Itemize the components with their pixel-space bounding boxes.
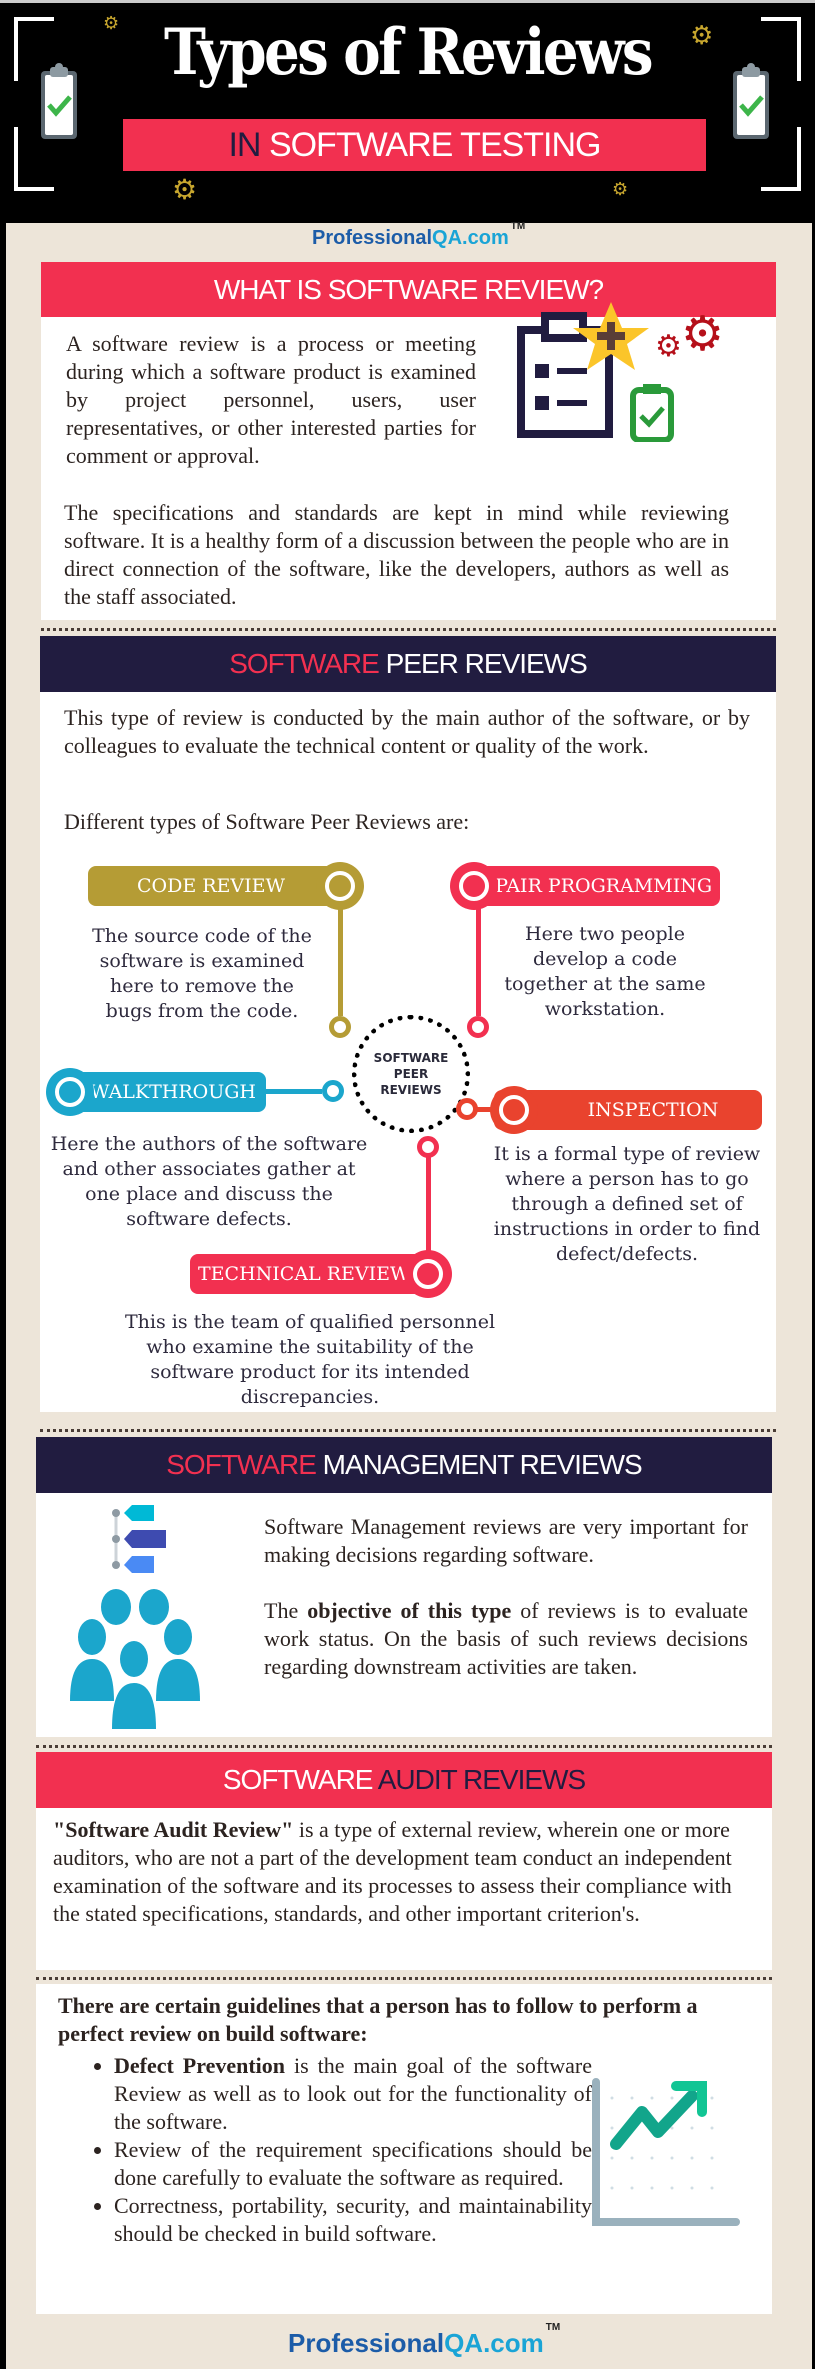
peer-list-intro: Different types of Software Peer Reviews… <box>64 809 470 834</box>
connector-line <box>476 906 481 1016</box>
team-management-icon <box>70 1505 200 1729</box>
bold-text: objective of this type <box>307 1598 512 1623</box>
logo-tm: TM <box>510 221 526 232</box>
hub-text: REVIEWS <box>380 1083 442 1097</box>
what-is-paragraph-2: The specifications and standards are kep… <box>64 500 729 609</box>
inspection-description: It is a formal type of review where a pe… <box>493 1143 761 1265</box>
connector-node <box>329 1016 351 1038</box>
walkthrough-ring-icon <box>46 1068 94 1116</box>
text: The <box>264 1598 308 1623</box>
connector-node <box>322 1080 344 1102</box>
code-review-description: The source code of the software is exami… <box>92 925 312 1022</box>
connector-node <box>417 1136 439 1158</box>
subtitle-prefix: IN <box>228 126 261 164</box>
guidelines-list: Defect Prevention is the main goal of th… <box>92 2052 592 2248</box>
logo-accent: QA.com <box>444 2328 544 2358</box>
management-reviews-section: SOFTWARE MANAGEMENT REVIEWS Software Man… <box>36 1437 772 1737</box>
divider <box>41 628 776 631</box>
hub-text: PEER <box>393 1067 429 1081</box>
list-item: Defect Prevention is the main goal of th… <box>114 2052 592 2136</box>
header-banner: ⚙ ⚙ ⚙ ⚙ Types of Reviews IN SOFTWARE TES… <box>0 0 815 223</box>
gear-icon: ⚙ <box>612 179 629 200</box>
connector-line <box>266 1089 322 1094</box>
page-subtitle: IN SOFTWARE TESTING <box>123 119 706 171</box>
heading-accent: SOFTWARE <box>229 648 380 679</box>
connector-line <box>338 906 343 1016</box>
inspection-ring-icon <box>490 1086 538 1134</box>
divider <box>40 1429 776 1432</box>
technical-review-description: This is the team of qualified personnel … <box>124 1311 496 1408</box>
management-paragraph-1: Software Management reviews are very imp… <box>264 1514 748 1567</box>
growth-chart-icon <box>592 2078 740 2226</box>
hub-text: SOFTWARE <box>373 1051 449 1065</box>
audit-reviews-section: SOFTWARE AUDIT REVIEWS "Software Audit R… <box>36 1752 772 1970</box>
connector-node <box>467 1016 489 1038</box>
walkthrough-description: Here the authors of the software and oth… <box>50 1133 368 1230</box>
bold-text: "Software Audit Review" <box>53 1817 294 1842</box>
pair-programming-ring-icon <box>450 862 498 910</box>
pair-programming-label: PAIR PROGRAMMING <box>470 866 720 906</box>
code-review-label: CODE REVIEW <box>88 866 334 906</box>
subtitle-text: SOFTWARE TESTING <box>268 126 602 164</box>
section-heading: SOFTWARE MANAGEMENT REVIEWS <box>36 1437 772 1493</box>
gear-icon: ⚙ <box>172 173 198 206</box>
technical-review-ring-icon <box>404 1250 452 1298</box>
section-heading: SOFTWARE AUDIT REVIEWS <box>36 1752 772 1808</box>
page-title: Types of Reviews <box>164 15 654 90</box>
connector-line <box>476 1107 494 1112</box>
logo-tm: TM <box>545 2322 561 2333</box>
list-item: Correctness, portability, security, and … <box>114 2192 592 2248</box>
connector-node <box>456 1098 478 1120</box>
brand-logo: ProfessionalQA.comTM <box>288 2322 560 2359</box>
connector-line <box>426 1156 431 1252</box>
heading-rest: PEER REVIEWS <box>385 648 588 679</box>
logo-name: Professional <box>312 227 433 249</box>
guidelines-section: There are certain guidelines that a pers… <box>36 1984 772 2314</box>
heading-rest: MANAGEMENT REVIEWS <box>322 1449 643 1480</box>
brand-logo: ProfessionalQA.comTM <box>312 221 525 250</box>
audit-paragraph: "Software Audit Review" is a type of ext… <box>53 1816 753 1928</box>
peer-intro: This type of review is conducted by the … <box>64 705 750 758</box>
text: Correctness, portability, security, and … <box>114 2193 592 2246</box>
text: Review of the requirement specifications… <box>114 2137 592 2190</box>
heading-rest: AUDIT REVIEWS <box>377 1764 586 1795</box>
gear-icon: ⚙ <box>681 306 725 362</box>
list-item: Review of the requirement specifications… <box>114 2136 592 2192</box>
heading-accent: SOFTWARE <box>222 1764 374 1795</box>
divider <box>36 1745 772 1748</box>
divider <box>36 1977 772 1980</box>
logo-name: Professional <box>288 2328 445 2358</box>
what-is-section: WHAT IS SOFTWARE REVIEW? A software revi… <box>41 262 776 620</box>
pair-programming-description: Here two people develop a code together … <box>504 923 706 1020</box>
heading-accent: SOFTWARE <box>166 1449 317 1480</box>
code-review-ring-icon <box>316 862 364 910</box>
section-heading: SOFTWARE PEER REVIEWS <box>40 636 776 692</box>
management-paragraph-2: The objective of this type of reviews is… <box>264 1597 748 1681</box>
guidelines-intro: There are certain guidelines that a pers… <box>58 1993 698 2046</box>
gear-icon: ⚙ <box>655 329 682 364</box>
peer-reviews-hub: SOFTWARE PEER REVIEWS <box>352 1015 470 1133</box>
bold-text: Defect Prevention <box>114 2053 286 2078</box>
what-is-paragraph-1: A software review is a process or meetin… <box>66 331 476 468</box>
technical-review-label: TECHNICAL REVIEW <box>190 1254 430 1294</box>
logo-accent: QA.com <box>432 227 509 249</box>
